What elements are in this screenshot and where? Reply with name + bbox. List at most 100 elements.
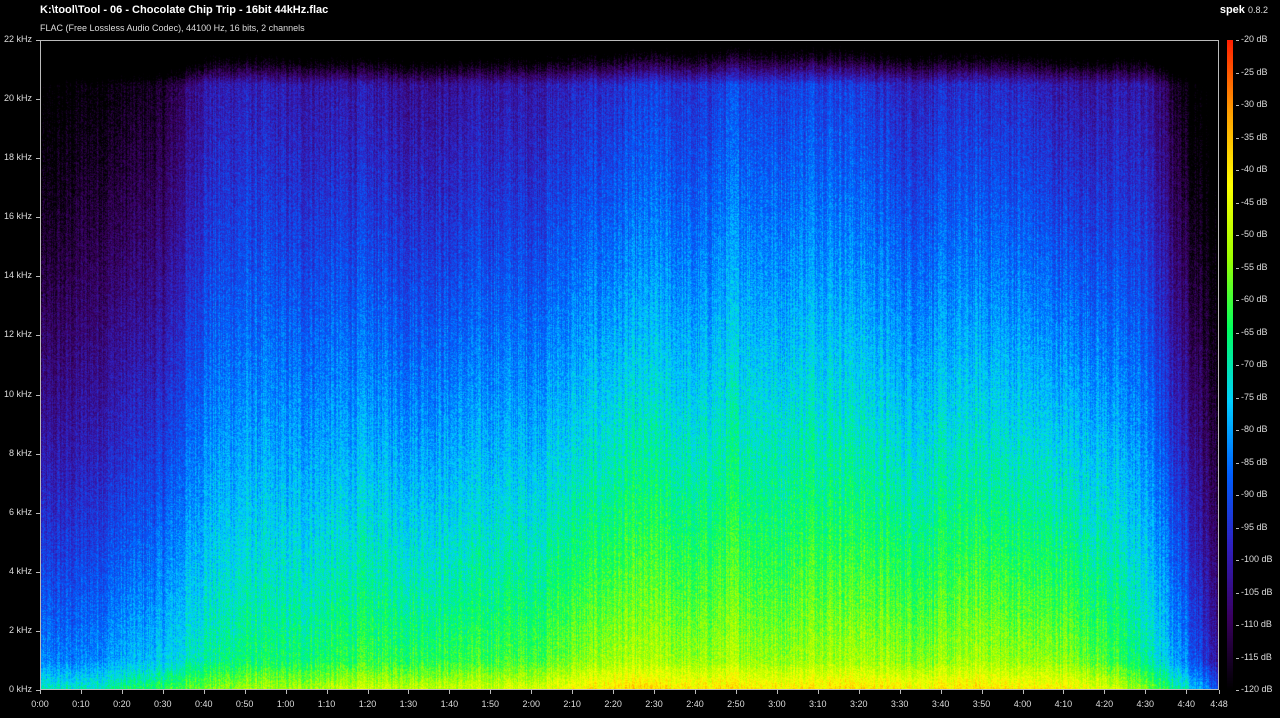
y-tick-label: 12 kHz	[3, 329, 32, 340]
db-tick	[1236, 625, 1239, 626]
y-tick	[36, 40, 40, 41]
x-tick-label: 1:20	[358, 699, 377, 709]
app-version: 0.8.2	[1247, 5, 1268, 15]
x-tick	[162, 690, 164, 694]
db-tick	[1236, 690, 1239, 691]
x-tick-label: 2:00	[522, 699, 541, 709]
db-tick-label: -65 dB	[1241, 326, 1268, 337]
x-tick-label: 0:30	[154, 699, 172, 709]
x-tick	[326, 690, 328, 694]
y-tick	[36, 571, 40, 573]
db-tick-label: -120 dB	[1241, 684, 1273, 694]
db-tick	[1236, 235, 1239, 236]
db-tick-label: -20 dB	[1241, 34, 1268, 44]
db-tick	[1236, 365, 1239, 366]
x-tick	[1063, 690, 1065, 694]
db-tick-label: -60 dB	[1241, 294, 1268, 304]
x-tick-label: 4:20	[1095, 699, 1114, 709]
y-tick-label: 22 kHz	[3, 34, 32, 44]
x-tick	[285, 690, 287, 694]
x-tick-label: 4:10	[1054, 699, 1073, 709]
y-tick-label: 14 kHz	[3, 270, 32, 281]
y-tick	[36, 512, 40, 514]
db-tick-label: -40 dB	[1241, 164, 1268, 174]
db-tick	[1236, 170, 1239, 171]
color-scale-bar	[1227, 40, 1233, 690]
x-tick-label: 0:50	[235, 699, 254, 709]
file-title: K:\tool\Tool - 06 - Chocolate Chip Trip …	[40, 4, 329, 16]
y-tick-label: 20 kHz	[3, 93, 32, 104]
app-brand: spek 0.8.2	[1220, 4, 1268, 16]
spectrogram	[40, 40, 1219, 690]
x-tick	[1022, 690, 1024, 694]
db-tick	[1236, 592, 1239, 594]
x-tick	[981, 690, 983, 694]
db-tick	[1236, 300, 1239, 301]
x-tick	[940, 690, 942, 694]
x-tick-label: 0:00	[31, 699, 49, 709]
db-tick	[1236, 397, 1239, 399]
x-tick-label: 3:30	[890, 699, 909, 709]
y-tick-label: 0 kHz	[8, 684, 32, 694]
db-tick-label: -35 dB	[1241, 131, 1268, 142]
x-tick	[244, 690, 246, 694]
x-tick	[449, 690, 451, 694]
db-tick	[1236, 332, 1239, 334]
db-tick	[1236, 202, 1239, 204]
x-tick	[613, 690, 615, 694]
file-info: FLAC (Free Lossless Audio Codec), 44100 …	[40, 23, 305, 33]
db-tick	[1236, 105, 1239, 106]
x-tick-label: 3:50	[972, 699, 991, 709]
x-tick-label: 1:30	[399, 699, 418, 709]
x-tick-label: 4:00	[1013, 699, 1032, 709]
x-tick-label: 3:00	[768, 699, 786, 709]
x-tick-label: 1:10	[317, 699, 336, 709]
db-tick-label: -55 dB	[1241, 261, 1268, 272]
x-tick	[1186, 690, 1188, 694]
x-tick	[1104, 690, 1106, 694]
y-tick-label: 16 kHz	[3, 211, 32, 222]
y-tick-label: 6 kHz	[8, 506, 32, 517]
x-tick	[776, 690, 778, 694]
x-tick	[490, 690, 492, 694]
x-tick-label: 0:40	[194, 699, 213, 709]
y-tick-label: 2 kHz	[8, 624, 32, 635]
y-tick	[36, 276, 40, 278]
x-tick	[654, 690, 656, 694]
db-tick	[1236, 657, 1239, 659]
y-tick	[36, 394, 40, 396]
x-tick	[80, 690, 82, 694]
x-tick-label: 2:20	[604, 699, 622, 709]
x-tick-label: 2:10	[563, 699, 581, 709]
y-tick	[36, 630, 40, 632]
db-tick	[1236, 267, 1239, 269]
db-tick	[1236, 560, 1239, 561]
db-tick	[1236, 495, 1239, 496]
x-tick	[1145, 690, 1147, 694]
db-tick-label: -110 dB	[1241, 619, 1272, 629]
y-tick	[36, 217, 40, 219]
db-tick-label: -105 dB	[1241, 586, 1273, 597]
x-tick	[695, 690, 696, 694]
x-tick	[40, 690, 41, 694]
x-tick	[203, 690, 205, 694]
x-tick	[899, 690, 901, 694]
x-tick	[531, 690, 533, 694]
y-tick-label: 18 kHz	[3, 152, 32, 163]
x-tick	[735, 690, 737, 694]
x-tick-label: 0:10	[72, 699, 90, 709]
app-name: spek	[1219, 4, 1245, 16]
db-tick	[1236, 527, 1239, 529]
y-tick	[36, 453, 40, 455]
db-tick-label: -85 dB	[1241, 456, 1268, 467]
x-tick-label: 4:48	[1210, 699, 1228, 709]
x-tick-label: 3:40	[931, 699, 950, 709]
db-tick-label: -80 dB	[1241, 424, 1268, 434]
x-tick-label: 1:40	[440, 699, 459, 709]
db-tick	[1236, 430, 1239, 431]
db-tick-label: -45 dB	[1241, 196, 1268, 207]
db-tick	[1236, 462, 1239, 464]
db-tick-label: -30 dB	[1241, 99, 1268, 109]
db-tick-label: -50 dB	[1241, 229, 1268, 239]
db-tick-label: -70 dB	[1241, 359, 1268, 369]
